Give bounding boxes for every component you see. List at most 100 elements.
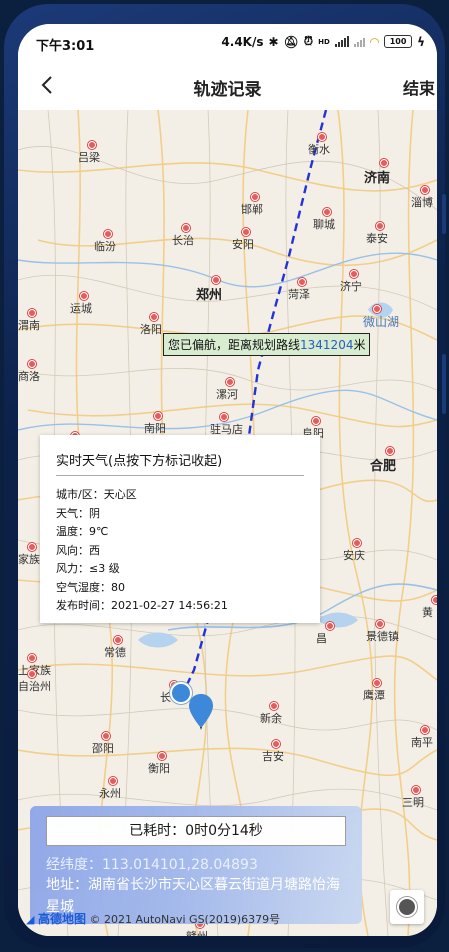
city-dot <box>242 228 250 236</box>
city-label: 微山湖 <box>363 315 400 329</box>
info-panel: 已耗时：0时0分14秒 经纬度：113.014101,28.04893 地址：湖… <box>30 806 362 924</box>
city-label: 南阳 <box>144 422 166 435</box>
city-label: 三明 <box>402 796 424 809</box>
city-dot <box>353 539 361 547</box>
weather-popup[interactable]: 实时天气(点按下方标记收起) 城市/区： 天心区 天气：阴温度： 9℃ 风向：西风力： ≤… <box>40 435 320 623</box>
city-label: 安庆 <box>343 549 365 562</box>
charging-icon: ϟ <box>417 34 425 49</box>
city-label: 临汾 <box>94 240 116 253</box>
city-dot <box>326 622 334 630</box>
status-bar: 下午3:01 4.4K/s ✱ 🔕︎ ⏰︎ HD ◠ 100 ϟ <box>18 24 437 60</box>
weather-row: 发布时间： 2021-02-27 14:56:21 <box>56 597 228 616</box>
city-label: 景德镇 <box>366 630 399 643</box>
power-button <box>442 354 446 414</box>
map-marker-icon[interactable] <box>189 694 213 730</box>
city-label: 合肥 <box>370 459 397 474</box>
weather-row: 风向：西 <box>56 542 228 561</box>
city-label: 黄 <box>422 606 433 619</box>
city-label: 衡水 <box>308 143 330 156</box>
network-speed: 4.4K/s <box>221 34 264 49</box>
city-label: 吉安 <box>262 750 284 763</box>
deviation-label: 您已偏航，距离规划路线1341204米 <box>163 333 371 356</box>
city-dot <box>28 543 36 551</box>
city-label: 漯河 <box>216 388 238 401</box>
city-dot <box>102 732 110 740</box>
city-dot <box>109 777 117 785</box>
page-title: 轨迹记录 <box>193 80 262 100</box>
coordinates-value: 113.014101,28.04893 <box>102 857 258 873</box>
city-label: 渭南 <box>18 319 40 332</box>
elapsed-time: 已耗时：0时0分14秒 <box>46 816 346 846</box>
signal-icon-2 <box>353 36 365 47</box>
city-label: 南平 <box>411 736 433 749</box>
city-dot <box>350 270 358 278</box>
city-dot <box>298 278 306 286</box>
city-dot <box>158 752 166 760</box>
city-label: 长治 <box>172 234 194 247</box>
city-label: 运城 <box>70 302 92 315</box>
city-dot <box>318 133 326 141</box>
city-label: 永州 <box>99 787 121 800</box>
weather-row-value: 2021-02-27 14:56:21 <box>111 599 228 612</box>
weather-row-label: 空气湿度： <box>56 580 111 594</box>
city-dot <box>412 786 420 794</box>
weather-row-label: 风向： <box>56 543 89 557</box>
city-label: 邯郸 <box>241 203 263 216</box>
city-label: 菏泽 <box>288 288 310 301</box>
weather-row: 风力： ≤3 级 <box>56 560 228 579</box>
deviation-value: 1341204 <box>300 338 354 352</box>
deviation-unit: 米 <box>353 338 366 352</box>
volume-button <box>442 194 446 234</box>
city-dot <box>373 305 381 313</box>
map-copyright: © 2021 AutoNavi GS(2019)6379号 <box>89 913 281 926</box>
city-dot <box>104 230 112 238</box>
city-label: 聊城 <box>313 218 335 231</box>
city-dot <box>28 670 36 678</box>
phone-frame: 下午3:01 4.4K/s ✱ 🔕︎ ⏰︎ HD ◠ 100 ϟ 轨迹记录 结束 <box>4 4 446 948</box>
city-dot <box>272 740 280 748</box>
weather-row-value: ≤3 级 <box>89 562 120 575</box>
weather-row-label: 风力： <box>56 562 89 575</box>
weather-row: 城市/区： 天心区 <box>56 486 228 505</box>
city-label: 淄博 <box>411 196 433 209</box>
weather-rows: 城市/区： 天心区 天气：阴温度： 9℃ 风向：西风力： ≤3 级空气湿度： 80 发布时间：… <box>56 486 228 616</box>
weather-row-label: 城市/区： <box>56 488 104 501</box>
city-dot <box>376 620 384 628</box>
city-label: 吕梁 <box>78 151 100 164</box>
city-dot <box>270 702 278 710</box>
weather-row: 天气：阴 <box>56 505 228 524</box>
map-view[interactable]: 衡水 济南 吕梁 邯郸 聊城 淄博 临汾 长治 安阳 泰安 郑州 菏泽 济宁 运城 渭南 洛阳 微山湖 商洛 漯河南… <box>18 110 437 936</box>
city-dot <box>150 313 158 321</box>
city-dot <box>154 412 162 420</box>
city-dot <box>323 208 331 216</box>
city-dot <box>251 193 259 201</box>
city-dot <box>212 276 220 284</box>
city-dot <box>380 159 388 167</box>
city-dot <box>373 679 381 687</box>
city-label: 邵阳 <box>92 742 114 755</box>
amap-logo-icon: ◢ <box>26 913 35 926</box>
city-label: 自治州 <box>18 680 51 693</box>
city-dot <box>421 726 429 734</box>
city-label: 泰安 <box>366 232 388 245</box>
battery-icon: 100 <box>384 35 413 48</box>
bluetooth-icon: ✱ <box>268 34 279 49</box>
locate-button[interactable] <box>390 890 424 924</box>
weather-row-value: 西 <box>89 543 100 557</box>
locate-icon <box>397 897 417 917</box>
city-label: 赣州 <box>186 928 208 936</box>
weather-divider <box>56 475 304 476</box>
city-label: 安阳 <box>232 238 254 251</box>
city-dot <box>28 309 36 317</box>
city-dot <box>376 222 384 230</box>
weather-row-value: 阴 <box>89 506 100 520</box>
end-button[interactable]: 结束 <box>403 75 437 99</box>
map-logo-name: 高德地图 <box>37 912 86 926</box>
status-time: 下午3:01 <box>36 39 95 54</box>
status-icons: 4.4K/s ✱ 🔕︎ ⏰︎ HD ◠ 100 ϟ <box>221 34 425 49</box>
city-label: 昌 <box>316 632 327 645</box>
weather-row-label: 发布时间： <box>56 599 111 612</box>
city-dot <box>421 186 429 194</box>
nav-bar: 轨迹记录 结束 <box>18 60 437 110</box>
screen: 下午3:01 4.4K/s ✱ 🔕︎ ⏰︎ HD ◠ 100 ϟ 轨迹记录 结束 <box>18 24 437 936</box>
